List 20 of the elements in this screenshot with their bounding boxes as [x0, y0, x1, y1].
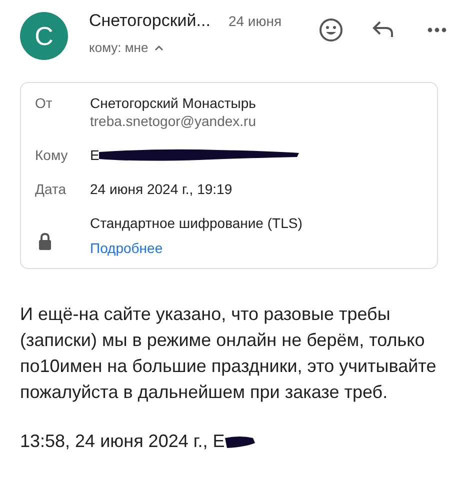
reply-icon[interactable]	[372, 20, 394, 38]
emoji-icon[interactable]	[319, 18, 343, 42]
quote-header: 13:58, 24 июня 2024 г., Е	[20, 431, 225, 452]
lock-icon	[38, 232, 52, 250]
sender-name: Снетогорский...	[89, 11, 210, 31]
sender-full-name: Снетогорский Монастырь	[90, 95, 256, 111]
date-value: 24 июня 2024 г., 19:19	[90, 181, 232, 197]
more-icon[interactable]	[427, 27, 447, 33]
recipients-toggle[interactable]: кому: мне	[89, 40, 315, 55]
message-date: 24 июня	[228, 13, 282, 29]
sender-email: treba.snetogor@yandex.ru	[90, 113, 256, 129]
recipient-name: Е	[90, 147, 100, 163]
field-label: Дата	[35, 181, 66, 197]
more-info-link[interactable]: Подробнее	[90, 240, 302, 256]
field-label: Кому	[35, 147, 68, 163]
message-body: И ещё-на сайте указано, что разовые требы (записки) мы в режиме онлайн не берём, только по10имен на большие праздники, это учитывайте пожалуйста в дальнейшем при заказе треб.	[20, 303, 438, 404]
field-label: От	[35, 95, 52, 111]
encryption-info: Стандартное шифрование (TLS)	[90, 215, 302, 231]
avatar: С	[20, 12, 68, 60]
redaction-mark	[224, 434, 255, 448]
